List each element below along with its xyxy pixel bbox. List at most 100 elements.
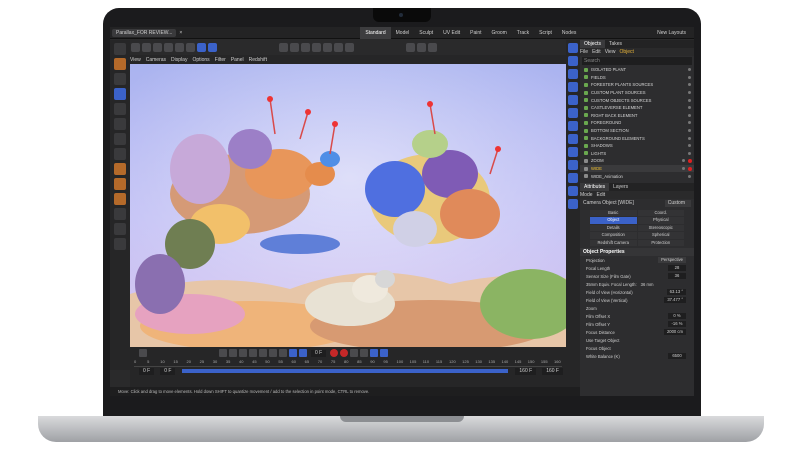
object-list-item[interactable]: FIELDS <box>580 74 694 82</box>
property-value[interactable]: Perspective <box>658 257 686 264</box>
layout-tab-nodes[interactable]: Nodes <box>557 27 581 39</box>
objects-search-input[interactable]: Search <box>582 57 692 65</box>
search-icon[interactable] <box>114 43 126 55</box>
frame-ruler[interactable]: 0 5 10 15 20 25 30 35 40 45 50 55 60 65 70 75 80 85 90 95 10… <box>134 359 562 367</box>
property-value[interactable]: 0 % <box>668 313 686 320</box>
layer-icon[interactable] <box>568 56 578 66</box>
polygons-icon[interactable] <box>197 42 206 52</box>
object-list-item[interactable]: CUSTOM OBJECTS SOURCES <box>580 96 694 104</box>
sky-icon[interactable] <box>568 173 578 183</box>
globe-icon[interactable] <box>568 186 578 196</box>
light-icon[interactable] <box>568 160 578 170</box>
viewport-menu-cameras[interactable]: Cameras <box>146 57 166 63</box>
prev-key-icon[interactable] <box>229 349 237 357</box>
object-list-item[interactable]: ISOLATED PLANT <box>580 66 694 74</box>
3d-viewport[interactable] <box>130 64 570 347</box>
visibility-icon[interactable] <box>688 83 691 87</box>
start-frame-field[interactable]: 0 F <box>139 367 155 375</box>
visibility-icon[interactable] <box>688 174 691 178</box>
view-tool-icon[interactable] <box>114 58 126 70</box>
spline-icon[interactable] <box>290 42 299 52</box>
sound-icon[interactable] <box>299 349 307 357</box>
visibility-icon[interactable] <box>688 113 691 117</box>
property-value[interactable]: 28 <box>668 265 686 272</box>
render-view-icon[interactable] <box>142 42 151 52</box>
attribute-tab-redshift-camera[interactable]: Redshift Camera <box>590 239 637 247</box>
tag-icon[interactable] <box>406 42 415 52</box>
objects-menu-view[interactable]: View <box>605 48 616 56</box>
camera-tag-icon[interactable] <box>688 158 692 163</box>
scale-tool-icon[interactable] <box>114 118 126 130</box>
new-layouts-button[interactable]: New Layouts <box>657 30 686 36</box>
layout-tab-standard[interactable]: Standard <box>360 27 391 39</box>
snap-icon[interactable] <box>114 223 126 235</box>
prev-frame-icon[interactable] <box>239 349 247 357</box>
attribute-tab-stereoscopic[interactable]: Stereoscopic <box>637 224 684 232</box>
viewport-menu-display[interactable]: Display <box>171 57 187 63</box>
property-value[interactable]: 6500 <box>668 353 686 360</box>
objects-menu-edit[interactable]: Edit <box>592 48 601 56</box>
range-slider[interactable] <box>182 369 509 373</box>
object-list-item[interactable]: ZOOM <box>580 157 694 165</box>
position-key-icon[interactable] <box>360 349 369 357</box>
viewport-menu-redshift[interactable]: Redshift <box>249 57 267 63</box>
mograph-icon[interactable] <box>568 121 578 131</box>
visibility-icon[interactable] <box>688 151 691 155</box>
property-value[interactable]: 37.477 ° <box>664 297 686 304</box>
autokey-icon[interactable] <box>340 349 349 357</box>
object-mode-icon[interactable] <box>114 163 126 175</box>
property-value[interactable]: 36 <box>668 273 686 280</box>
camera-tag-icon[interactable] <box>688 166 692 171</box>
visibility-icon[interactable] <box>688 129 691 133</box>
move-tool-icon[interactable] <box>114 88 126 100</box>
generator-icon[interactable] <box>568 69 578 79</box>
camera-mode-dropdown[interactable]: Custom <box>664 199 691 207</box>
loop-icon[interactable] <box>289 349 297 357</box>
property-value[interactable]: -16 % <box>668 321 686 328</box>
play-icon[interactable] <box>249 349 257 357</box>
visibility-icon[interactable] <box>688 68 691 72</box>
attributes-menu-mode[interactable]: Mode <box>580 191 593 199</box>
visibility-icon[interactable] <box>682 159 685 163</box>
live-select-icon[interactable] <box>114 73 126 85</box>
render-settings-icon[interactable] <box>153 42 162 52</box>
generator-icon[interactable] <box>301 42 310 52</box>
viewport-menu-view[interactable]: View <box>130 57 141 63</box>
object-list-item[interactable]: SHADOWS <box>580 142 694 150</box>
attribute-tab-physical[interactable]: Physical <box>637 217 684 224</box>
viewport-menu-filter[interactable]: Filter <box>215 57 226 63</box>
visibility-icon[interactable] <box>688 98 691 102</box>
rotate-tool-icon[interactable] <box>114 103 126 115</box>
object-list-item[interactable]: CASTLEVERSE ELEMENT <box>580 104 694 112</box>
visibility-icon[interactable] <box>688 144 691 148</box>
rotation-key-icon[interactable] <box>370 349 379 357</box>
max-frame-field[interactable]: 160 F <box>515 367 537 375</box>
scale-key-icon[interactable] <box>380 349 389 357</box>
light-icon[interactable] <box>345 42 354 52</box>
redshift-icon[interactable] <box>417 42 426 52</box>
object-list-item[interactable]: RIGHT BACK ELEMENT <box>580 112 694 120</box>
render-queue-icon[interactable] <box>428 42 437 52</box>
visibility-icon[interactable] <box>688 75 691 79</box>
tab-objects[interactable]: Objects <box>580 40 605 48</box>
layout-tab-model[interactable]: Model <box>391 27 415 39</box>
object-manager-icon[interactable] <box>568 43 578 53</box>
camera-icon[interactable] <box>334 42 343 52</box>
layout-tab-track[interactable]: Track <box>512 27 534 39</box>
attribute-tab-coord-[interactable]: Coord. <box>637 209 684 217</box>
visibility-icon[interactable] <box>688 136 691 140</box>
next-key-icon[interactable] <box>269 349 277 357</box>
current-frame-field[interactable]: 0 F <box>311 349 327 357</box>
document-tab[interactable]: Parallax_FOR REVIEW... <box>112 28 177 37</box>
go-to-end-icon[interactable] <box>279 349 287 357</box>
attribute-tab-object[interactable]: Object <box>590 217 637 224</box>
model-mode-icon[interactable] <box>208 42 217 52</box>
attribute-tab-composition[interactable]: Composition <box>590 232 637 239</box>
attribute-tab-protection[interactable]: Protection <box>637 239 684 247</box>
object-list-item[interactable]: FORESTER PLANTS SOURCES <box>580 81 694 89</box>
tab-layers[interactable]: Layers <box>609 183 632 191</box>
attribute-tab-details[interactable]: Details <box>590 224 637 232</box>
transform-tool-icon[interactable] <box>114 133 126 145</box>
edges-icon[interactable] <box>186 42 195 52</box>
points-mode-icon[interactable] <box>114 178 126 190</box>
